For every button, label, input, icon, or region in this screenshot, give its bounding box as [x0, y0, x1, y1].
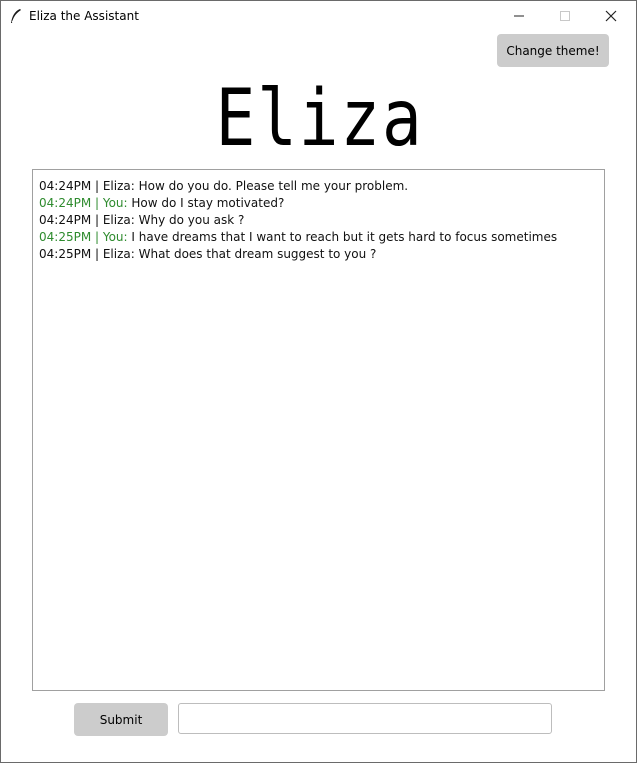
message-text: Why do you ask ? — [134, 213, 245, 227]
message-text: How do I stay motivated? — [127, 196, 285, 210]
title-bar[interactable]: Eliza the Assistant — [1, 1, 636, 31]
eliza-logo: Eliza — [215, 74, 424, 164]
minimize-button[interactable] — [496, 1, 542, 31]
chat-lines: 04:24PM | Eliza: How do you do. Please t… — [33, 170, 604, 263]
close-icon — [605, 10, 617, 22]
chat-message: 04:25PM | You: I have dreams that I want… — [39, 229, 604, 246]
feather-icon — [9, 8, 23, 24]
minimize-icon — [514, 15, 524, 17]
maximize-button[interactable] — [542, 1, 588, 31]
chat-message: 04:24PM | Eliza: Why do you ask ? — [39, 212, 604, 229]
message-text: How do you do. Please tell me your probl… — [134, 179, 409, 193]
message-text: What does that dream suggest to you ? — [134, 247, 377, 261]
chat-log[interactable]: 04:24PM | Eliza: How do you do. Please t… — [32, 169, 605, 691]
submit-button[interactable]: Submit — [74, 703, 168, 736]
message-prefix: 04:24PM | Eliza: — [39, 213, 135, 227]
message-prefix: 04:24PM | You: — [39, 196, 128, 210]
message-text: I have dreams that I want to reach but i… — [127, 230, 558, 244]
chat-message: 04:25PM | Eliza: What does that dream su… — [39, 246, 604, 263]
chat-message: 04:24PM | You: How do I stay motivated? — [39, 195, 604, 212]
message-prefix: 04:25PM | You: — [39, 230, 128, 244]
message-input[interactable] — [178, 703, 552, 734]
window-title: Eliza the Assistant — [29, 9, 139, 23]
close-button[interactable] — [588, 1, 634, 31]
maximize-icon — [560, 11, 570, 21]
chat-message: 04:24PM | Eliza: How do you do. Please t… — [39, 178, 604, 195]
app-window: Eliza the Assistant Change theme! Eliza … — [0, 0, 637, 763]
message-prefix: 04:25PM | Eliza: — [39, 247, 135, 261]
message-prefix: 04:24PM | Eliza: — [39, 179, 135, 193]
change-theme-button[interactable]: Change theme! — [497, 34, 609, 67]
